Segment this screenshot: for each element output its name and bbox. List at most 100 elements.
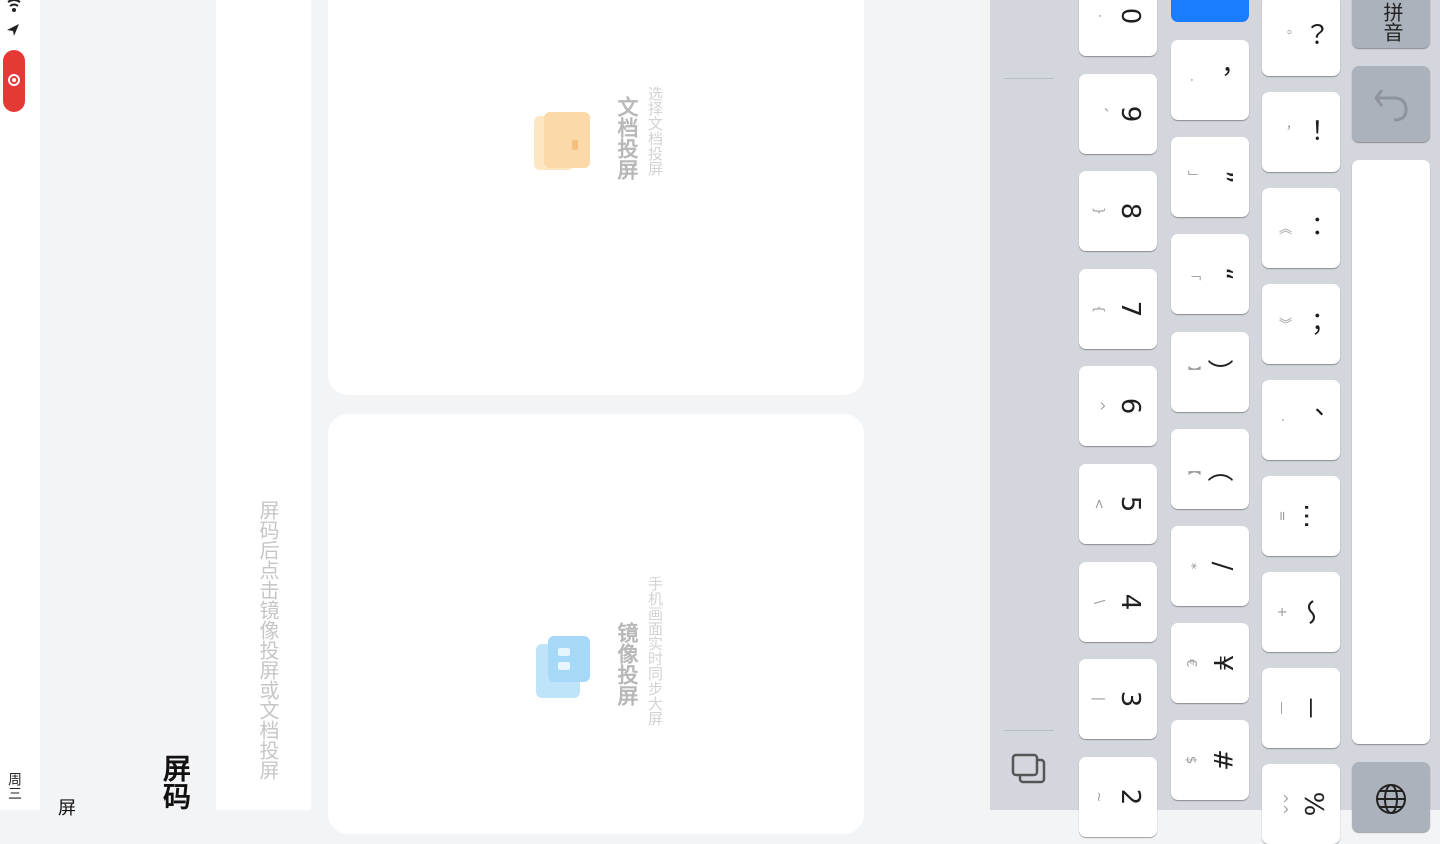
key-label: ？ — [1294, 23, 1324, 49]
key-label: 5 — [1115, 495, 1145, 513]
key-secondary-label: · — [1091, 13, 1106, 19]
key[interactable]: ，！ — [1262, 92, 1340, 172]
toolbar-divider — [1004, 78, 1054, 79]
key-secondary-label: \ — [1091, 599, 1106, 604]
key-secondary-label: — — [1274, 701, 1289, 715]
key[interactable]: ·， — [1171, 40, 1249, 120]
key[interactable]: 【（ — [1171, 428, 1249, 509]
key-label: （ — [1203, 455, 1233, 482]
key-secondary-label: · — [1183, 77, 1198, 83]
key-secondary-label: 、 — [1093, 107, 1108, 121]
key-secondary-label: ^^ — [1274, 793, 1289, 815]
key-label: 9 — [1115, 105, 1145, 122]
document-folder-icon — [534, 112, 590, 170]
status-date: 周三 — [6, 772, 22, 800]
key[interactable]: 、 9 — [1079, 73, 1157, 154]
space-key[interactable] — [1352, 160, 1430, 744]
key[interactable]: \ 4 — [1079, 561, 1157, 642]
key-label: ～ — [1294, 599, 1324, 625]
key-label: ） — [1203, 358, 1233, 385]
key-secondary-label: · — [1274, 417, 1289, 423]
key[interactable]: ^ 6 — [1079, 366, 1157, 447]
symbol-keyboard: · 0、 9} 8{7 ^ 6 <5 \ 4 | 3 ~2 ·，」” 「“】）【（* / € ¥ $ # 。？，！… — [990, 0, 1440, 844]
key-secondary-label: } — [1091, 207, 1106, 216]
screen-record-indicator[interactable] — [3, 50, 25, 112]
instruction-panel: 屏码后点击镜像投屏或文档投屏 — [216, 0, 311, 810]
key[interactable]: € ¥ — [1171, 623, 1249, 704]
key[interactable]: 。？ — [1262, 0, 1340, 76]
document-cast-card[interactable]: 文档投屏 选择文档投屏 — [328, 0, 864, 395]
key[interactable]: 「“ — [1171, 234, 1249, 315]
key-label: ¥ — [1207, 654, 1237, 672]
key-secondary-label: 「 — [1185, 267, 1200, 281]
clipboard-icon[interactable] — [1010, 752, 1048, 786]
key-label: # — [1207, 749, 1237, 772]
document-cast-subtitle: 选择文档投屏 — [646, 86, 664, 176]
key[interactable]: 》； — [1262, 284, 1340, 364]
key-secondary-label: { — [1091, 304, 1106, 313]
undo-icon — [1374, 89, 1408, 122]
input-mode-label: 拼音 — [1380, 2, 1404, 42]
key-label: 7 — [1115, 300, 1145, 318]
key[interactable]: } 8 — [1079, 171, 1157, 252]
key[interactable]: 《： — [1262, 188, 1340, 268]
globe-key[interactable] — [1352, 762, 1430, 832]
key[interactable]: ·、 — [1262, 380, 1340, 460]
input-mode-key[interactable]: 拼音 — [1352, 0, 1430, 48]
key[interactable]: $ # — [1171, 720, 1249, 801]
toolbar-divider — [1004, 730, 1054, 731]
mirror-screen-icon — [536, 636, 590, 698]
key-label: 2 — [1115, 788, 1145, 806]
key-label: … — [1298, 503, 1328, 529]
key[interactable]: · 0 — [1079, 0, 1157, 56]
key-secondary-label: ^ — [1091, 400, 1106, 412]
key[interactable]: 」” — [1171, 137, 1249, 218]
key-label: ， — [1203, 67, 1233, 93]
key-label: % — [1298, 791, 1328, 817]
globe-icon — [1376, 784, 1406, 814]
key[interactable]: =… — [1262, 476, 1340, 556]
key[interactable]: + ～ — [1262, 572, 1340, 652]
key[interactable]: — － — [1262, 668, 1340, 748]
key-label: “ — [1207, 267, 1237, 282]
status-bar: 周三 — [0, 0, 40, 810]
key-secondary-label: 」 — [1185, 170, 1200, 184]
mirror-cast-title: 镜像投屏 — [615, 622, 639, 706]
key-secondary-label: + — [1274, 606, 1289, 618]
key-label: 、 — [1294, 407, 1324, 433]
location-arrow-icon — [7, 24, 19, 36]
key[interactable]: 】） — [1171, 331, 1249, 412]
wifi-icon — [7, 0, 21, 12]
key[interactable]: <5 — [1079, 464, 1157, 544]
key[interactable]: ~2 — [1079, 756, 1157, 837]
mirror-cast-subtitle: 手机画面实时同步大屏 — [646, 576, 664, 726]
key-label: 8 — [1115, 202, 1145, 220]
key-secondary-label: $ — [1183, 756, 1198, 765]
key[interactable]: {7 — [1079, 268, 1157, 349]
key-label: 0 — [1115, 7, 1145, 25]
key-secondary-label: € — [1183, 659, 1198, 668]
confirm-key[interactable] — [1171, 0, 1249, 22]
key-label: － — [1294, 694, 1324, 722]
document-cast-title: 文档投屏 — [615, 96, 639, 180]
key-label: 4 — [1115, 593, 1145, 610]
header-left-fragment: 屏 — [55, 798, 76, 816]
key[interactable]: | 3 — [1079, 659, 1157, 740]
key[interactable]: * / — [1171, 526, 1249, 606]
mirror-cast-card[interactable]: 镜像投屏 手机画面实时同步大屏 — [328, 414, 864, 834]
instruction-text: 屏码后点击镜像投屏或文档投屏 — [256, 500, 280, 780]
key-secondary-label: < — [1091, 498, 1106, 510]
key-secondary-label: * — [1183, 562, 1198, 570]
key-label: / — [1207, 561, 1237, 571]
page-title: 屏码 — [159, 754, 192, 810]
key-label: ！ — [1294, 119, 1324, 145]
key[interactable]: ^^% — [1262, 764, 1340, 844]
undo-key[interactable] — [1352, 66, 1430, 142]
key-secondary-label: | — [1091, 696, 1106, 702]
key-secondary-label: ~ — [1091, 791, 1106, 803]
key-label: ； — [1294, 311, 1324, 337]
key-label: ： — [1294, 215, 1324, 241]
key-secondary-label: = — [1274, 510, 1289, 522]
key-label: 3 — [1115, 690, 1145, 708]
record-icon — [8, 74, 20, 86]
